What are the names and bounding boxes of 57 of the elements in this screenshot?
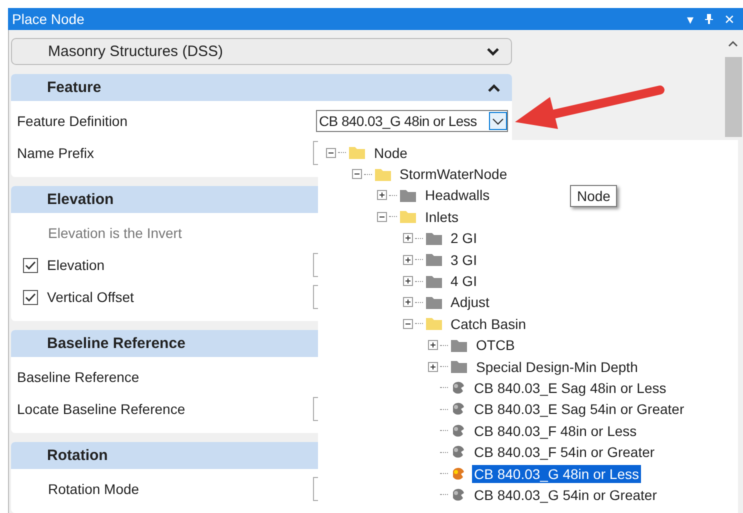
folder-icon: [450, 338, 468, 353]
tree-item[interactable]: CB 840.03_E Sag 48in or Less: [472, 378, 668, 397]
close-button[interactable]: ✕: [724, 12, 735, 26]
folder-icon: [424, 252, 442, 268]
folder-icon: [399, 209, 417, 224]
tree-item[interactable]: 4 GI: [448, 272, 479, 290]
scroll-up-icon[interactable]: [728, 40, 738, 47]
checkbox[interactable]: [23, 258, 38, 272]
expander-icon[interactable]: [326, 148, 336, 158]
field-label: Vertical Offset: [47, 289, 134, 305]
expander-icon[interactable]: [402, 233, 412, 244]
expander-icon[interactable]: [352, 169, 362, 180]
field-label: Elevation is the Invert: [48, 225, 182, 241]
tree-item[interactable]: CB 840.03_G 54in or Greater: [472, 486, 659, 504]
tree-item[interactable]: 3 GI: [448, 250, 479, 269]
tree-item[interactable]: Adjust: [448, 293, 492, 312]
tree-item[interactable]: 2 GI: [448, 229, 479, 248]
field-label: Baseline Reference: [17, 369, 140, 385]
tree-item[interactable]: CB 840.03_E Sag 54in or Greater: [472, 400, 686, 418]
section-header[interactable]: Feature: [11, 74, 512, 101]
field-label: Feature Definition: [17, 113, 128, 129]
tree-item[interactable]: StormWaterNode: [398, 165, 510, 184]
expander-icon[interactable]: [402, 318, 412, 329]
folder-icon: [374, 166, 392, 182]
tree-item[interactable]: Node: [372, 144, 410, 162]
tree-item[interactable]: Special Design-Min Depth: [474, 358, 640, 376]
category-dropdown[interactable]: Masonry Structures (DSS): [11, 38, 512, 65]
folder-icon: [450, 359, 468, 374]
tree-item[interactable]: CB 840.03_F 48in or Less: [472, 422, 639, 440]
tree-item[interactable]: Headwalls: [423, 186, 492, 204]
feature-definition-combo[interactable]: CB 840.03_G 48in or Less: [316, 110, 508, 132]
tree-item[interactable]: CB 840.03_G 48in or Less: [472, 464, 641, 483]
folder-icon: [424, 294, 442, 310]
folder-icon: [424, 274, 442, 289]
menu-button[interactable]: ▾: [687, 12, 694, 26]
checkbox[interactable]: [23, 290, 38, 304]
expander-icon[interactable]: [377, 190, 387, 200]
expander-icon[interactable]: [402, 276, 412, 286]
window-title: Place Node: [12, 11, 84, 27]
chevron-down-icon: [487, 46, 499, 56]
field-label: Locate Baseline Reference: [17, 401, 186, 417]
field-label: Name Prefix: [17, 145, 94, 161]
tree-item[interactable]: Catch Basin: [448, 314, 528, 333]
folder-icon: [399, 188, 417, 203]
expander-icon[interactable]: [428, 340, 438, 350]
expander-icon[interactable]: [402, 297, 412, 308]
field-label: Elevation: [47, 257, 105, 273]
expander-icon[interactable]: [402, 254, 412, 265]
field-label: Rotation Mode: [48, 481, 140, 497]
tooltip: Node: [570, 185, 618, 207]
folder-icon: [424, 230, 442, 246]
folder-icon: [348, 145, 366, 160]
dropdown-label: Masonry Structures (DSS): [48, 43, 224, 60]
expander-icon[interactable]: [428, 362, 438, 372]
scrollbar-thumb[interactable]: [724, 57, 742, 137]
pin-icon[interactable]: [704, 13, 714, 25]
expander-icon[interactable]: [377, 212, 387, 222]
